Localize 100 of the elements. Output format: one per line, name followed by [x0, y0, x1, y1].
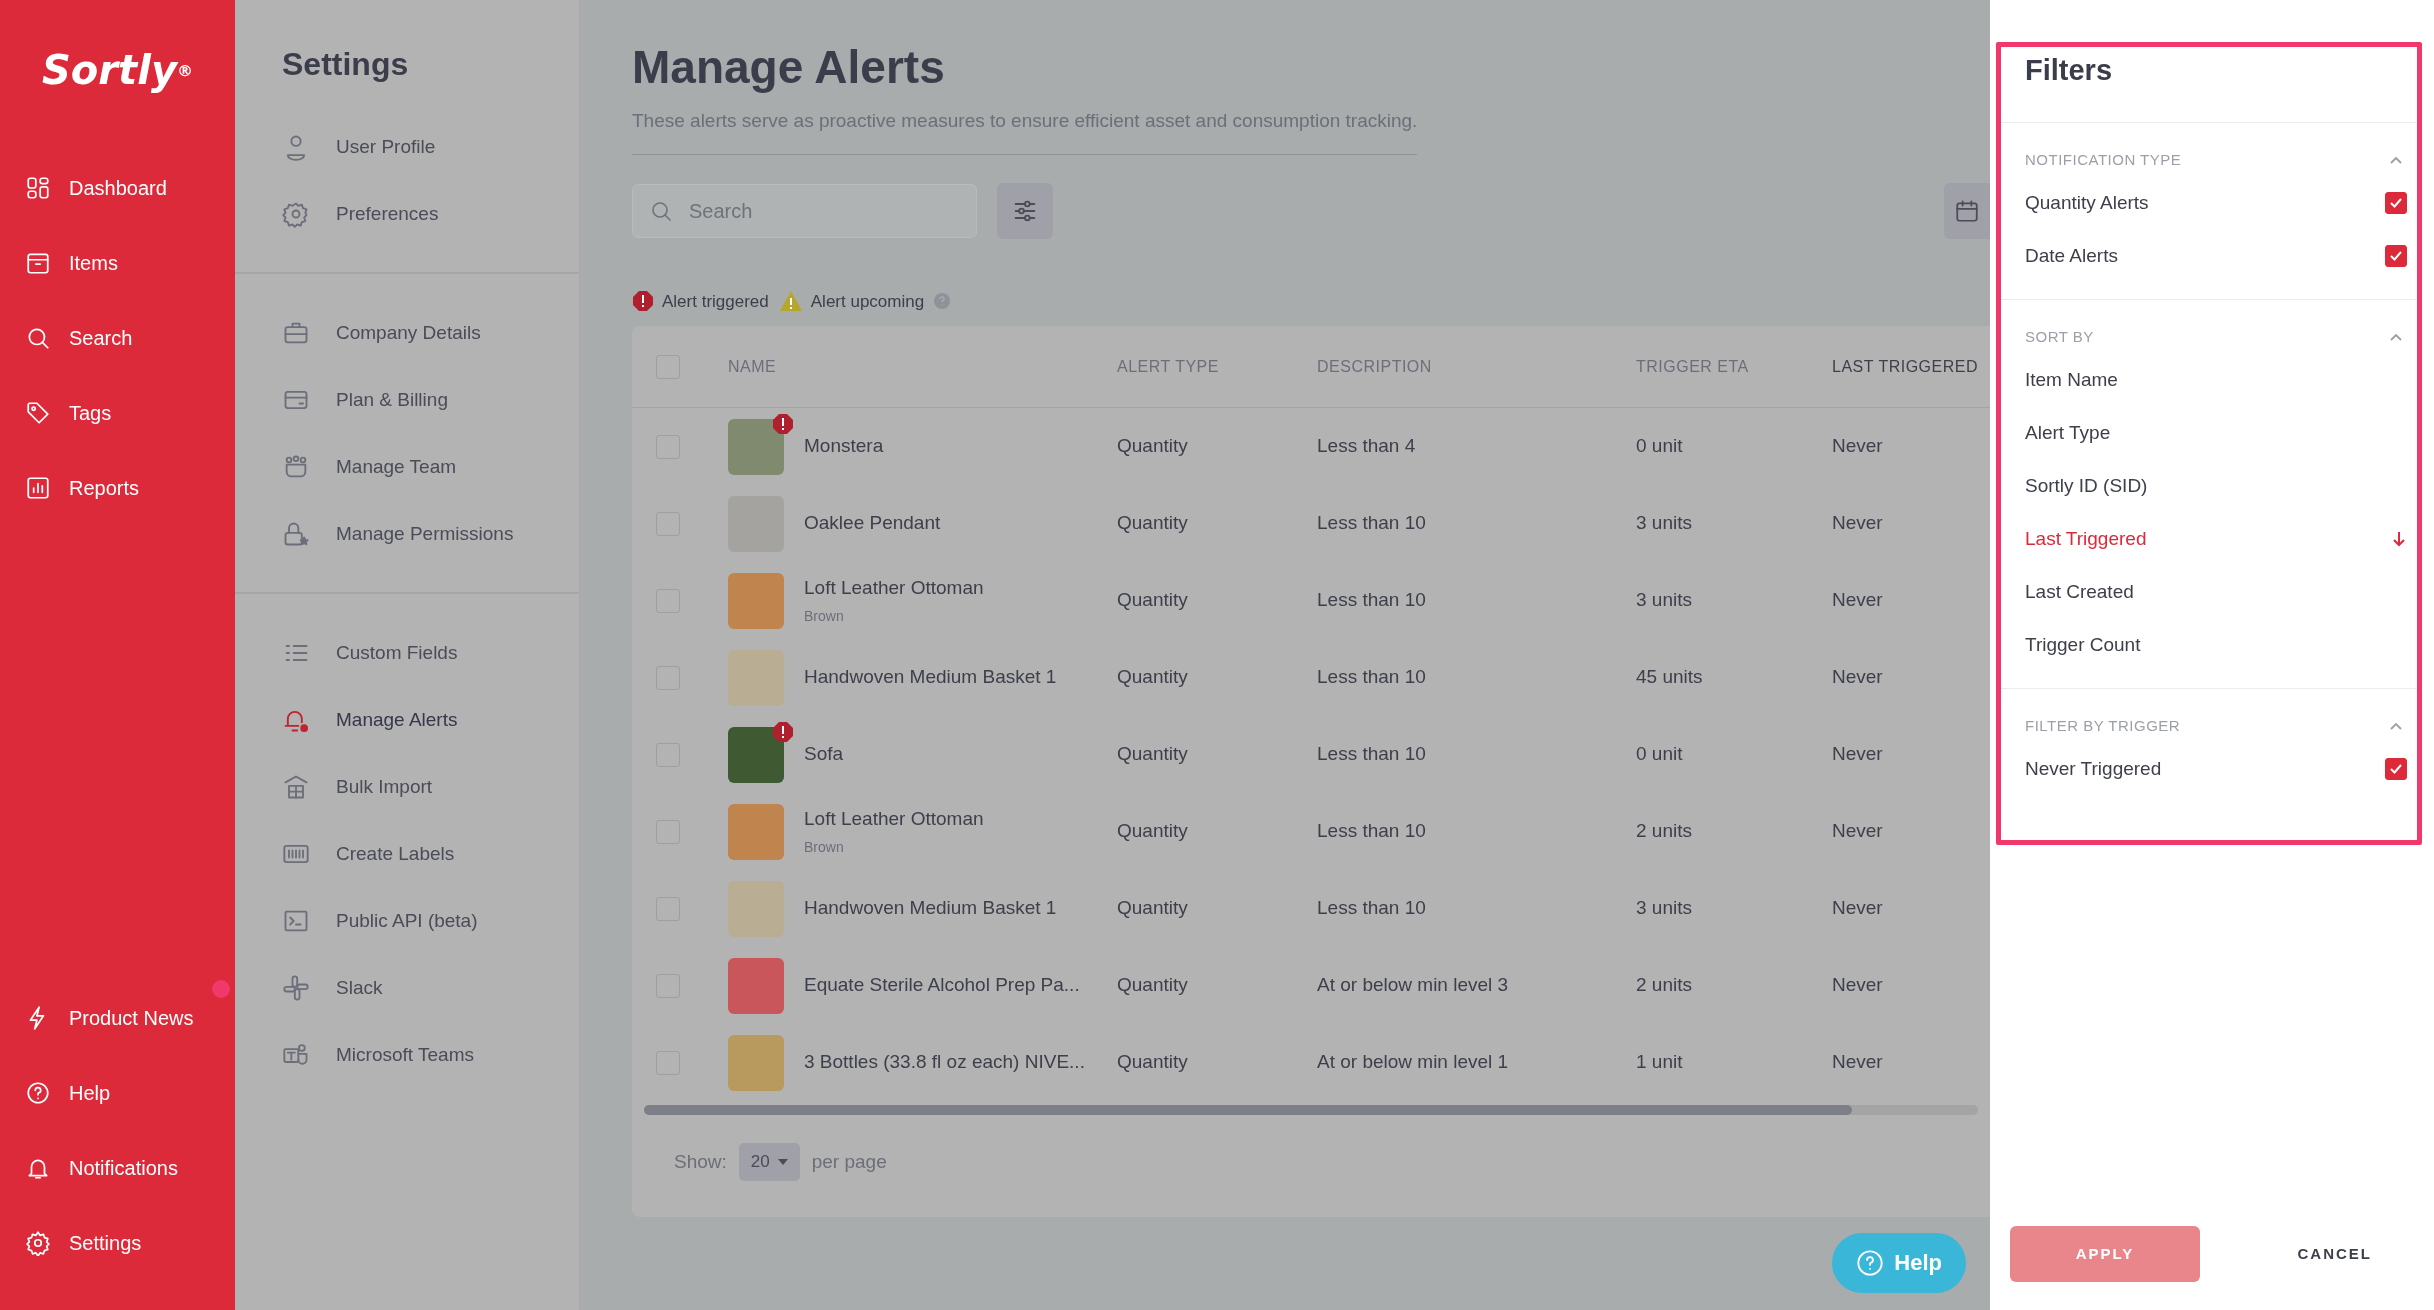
column-header[interactable]: ALERT TYPE — [1117, 354, 1317, 379]
page-size-dropdown[interactable]: 20 — [738, 1143, 800, 1181]
sort-option[interactable]: Last Triggered — [2001, 512, 2417, 566]
search-box[interactable]: Search — [632, 183, 977, 238]
sort-option[interactable]: Item Name — [2001, 353, 2417, 407]
sidebar-item[interactable]: Help — [0, 1055, 147, 1130]
chart-icon — [25, 474, 51, 501]
settings-menu-item[interactable]: Slack — [235, 954, 430, 1022]
settings-menu-item[interactable]: Manage Alerts — [235, 686, 505, 754]
legend-label: Alert triggered — [662, 290, 769, 313]
item-name[interactable]: Handwoven Medium Basket 1 — [804, 663, 1057, 692]
page-description: These alerts serve as proactive measures to ensure efficient asset and consumption tracking. — [632, 107, 1418, 155]
table-cell-text: 0 unit — [1636, 742, 1684, 767]
settings-menu-item[interactable]: Microsoft Teams — [235, 1021, 521, 1089]
table-cell-text: Quantity — [1117, 742, 1189, 767]
table-cell-text: Never — [1832, 896, 1884, 921]
table-cell-text: Quantity — [1117, 819, 1189, 844]
legend-label: Alert upcoming — [810, 290, 925, 313]
alert-triggered-icon — [772, 720, 794, 743]
search-field[interactable]: Search — [687, 194, 957, 227]
table-cell-text: 1 unit — [1636, 1050, 1684, 1075]
column-header[interactable]: TRIGGER ETA — [1636, 354, 1832, 379]
table-cell-text: Quantity — [1117, 1050, 1189, 1075]
scrollbar-thumb[interactable] — [644, 1105, 1852, 1116]
filter-button[interactable] — [997, 182, 1053, 239]
column-header[interactable]: NAME — [728, 354, 1117, 379]
warning-icon — [778, 290, 803, 313]
table-cell-text: Less than 10 — [1317, 819, 1427, 844]
alert-triggered-icon — [632, 290, 654, 313]
item-name[interactable]: Loft Leather Ottoman — [804, 804, 984, 834]
table-cell-text: Never — [1832, 1050, 1884, 1075]
sort-option[interactable]: Trigger Count — [2001, 618, 2417, 672]
sort-option[interactable]: Last Created — [2001, 565, 2417, 619]
settings-menu-item[interactable]: Public API (beta) — [235, 887, 525, 955]
column-header[interactable]: LAST TRIGGERED — [1832, 354, 1990, 379]
table-cell-text: Quantity — [1117, 511, 1189, 536]
item-name[interactable]: Loft Leather Ottoman — [804, 573, 984, 603]
settings-menu-item[interactable]: Company Details — [235, 299, 528, 367]
check-icon — [2389, 250, 2403, 263]
settings-menu-item[interactable]: Custom Fields — [235, 619, 505, 687]
filter-option[interactable]: Never Triggered — [2001, 742, 2417, 796]
chevron-icon[interactable] — [2389, 154, 2403, 165]
item-variant: Brown — [804, 607, 845, 627]
settings-menu-item[interactable]: Create Labels — [235, 820, 502, 888]
item-name[interactable]: Equate Sterile Alcohol Prep Pa... — [804, 971, 1080, 1000]
sidebar-item[interactable]: Reports — [0, 450, 165, 525]
sidebar-item[interactable]: Tags — [0, 375, 137, 450]
table-cell-text: 2 units — [1636, 973, 1693, 998]
caret-icon — [777, 1158, 788, 1165]
tag-icon — [25, 399, 51, 426]
sort-option[interactable]: Sortly ID (SID) — [2001, 459, 2417, 513]
sidebar-item[interactable]: Settings — [0, 1205, 178, 1280]
chevron-icon[interactable] — [2389, 331, 2403, 342]
page-title: Manage Alerts — [632, 40, 946, 95]
per-page-label: per page — [811, 1149, 887, 1174]
checkbox[interactable] — [2385, 758, 2407, 781]
item-name[interactable]: Sofa — [804, 740, 844, 769]
table-cell-text: Less than 10 — [1317, 588, 1427, 613]
checkbox[interactable] — [2385, 245, 2407, 268]
filter-option[interactable]: Date Alerts — [2001, 229, 2417, 283]
sidebar-item[interactable]: Product News — [0, 980, 230, 1055]
table-cell-text: Quantity — [1117, 434, 1189, 459]
calendar-button[interactable] — [1944, 182, 1990, 239]
table-cell-text: Quantity — [1117, 896, 1189, 921]
settings-menu-item[interactable]: Plan & Billing — [235, 366, 495, 434]
item-name[interactable]: Oaklee Pendant — [804, 509, 941, 538]
settings-menu-item[interactable]: Bulk Import — [235, 753, 480, 821]
settings-menu-item[interactable]: Preferences — [235, 180, 486, 248]
check-icon — [2389, 197, 2403, 210]
cancel-button[interactable]: CANCEL — [2291, 1241, 2378, 1267]
sortly-logo[interactable]: Sortly$^{®}$ — [0, 40, 235, 100]
table-cell-text: Never — [1832, 434, 1884, 459]
sidebar-item[interactable]: Notifications — [0, 1130, 214, 1205]
item-name[interactable]: Handwoven Medium Basket 1 — [804, 894, 1057, 923]
section-heading: SORT BY — [2025, 326, 2094, 347]
table-cell-text: Less than 4 — [1317, 434, 1417, 459]
table-cell-text: 3 units — [1636, 511, 1693, 536]
settings-menu-item[interactable]: Manage Team — [235, 433, 504, 501]
sidebar-item[interactable]: Items — [0, 225, 143, 300]
sidebar-item[interactable]: Search — [0, 300, 158, 375]
item-name[interactable]: Monstera — [804, 432, 884, 461]
table-cell-text: 2 units — [1636, 819, 1693, 844]
checkbox[interactable] — [2385, 192, 2407, 215]
filter-option[interactable]: Quantity Alerts — [2001, 176, 2417, 230]
settings-menu-item[interactable]: Manage Permissions — [235, 500, 561, 568]
sort-option[interactable]: Alert Type — [2001, 406, 2417, 460]
chevron-icon[interactable] — [2389, 720, 2403, 731]
option-label: Date Alerts — [2025, 244, 2118, 269]
help-icon — [1856, 1248, 1885, 1277]
item-name[interactable]: 3 Bottles (33.8 fl oz each) NIVE... — [804, 1048, 1085, 1077]
info-icon[interactable] — [934, 293, 951, 310]
column-header[interactable]: DESCRIPTION — [1317, 354, 1636, 379]
help-button[interactable]: Help — [1832, 1232, 1966, 1293]
table-cell-text: Quantity — [1117, 588, 1189, 613]
settings-title: Settings — [282, 45, 410, 84]
sidebar-item[interactable]: Dashboard — [0, 150, 192, 225]
section-heading: FILTER BY TRIGGER — [2025, 715, 2181, 736]
table-cell-text: Quantity — [1117, 973, 1189, 998]
settings-menu-item[interactable]: User Profile — [235, 113, 483, 181]
table-cell-text: Less than 10 — [1317, 665, 1427, 690]
